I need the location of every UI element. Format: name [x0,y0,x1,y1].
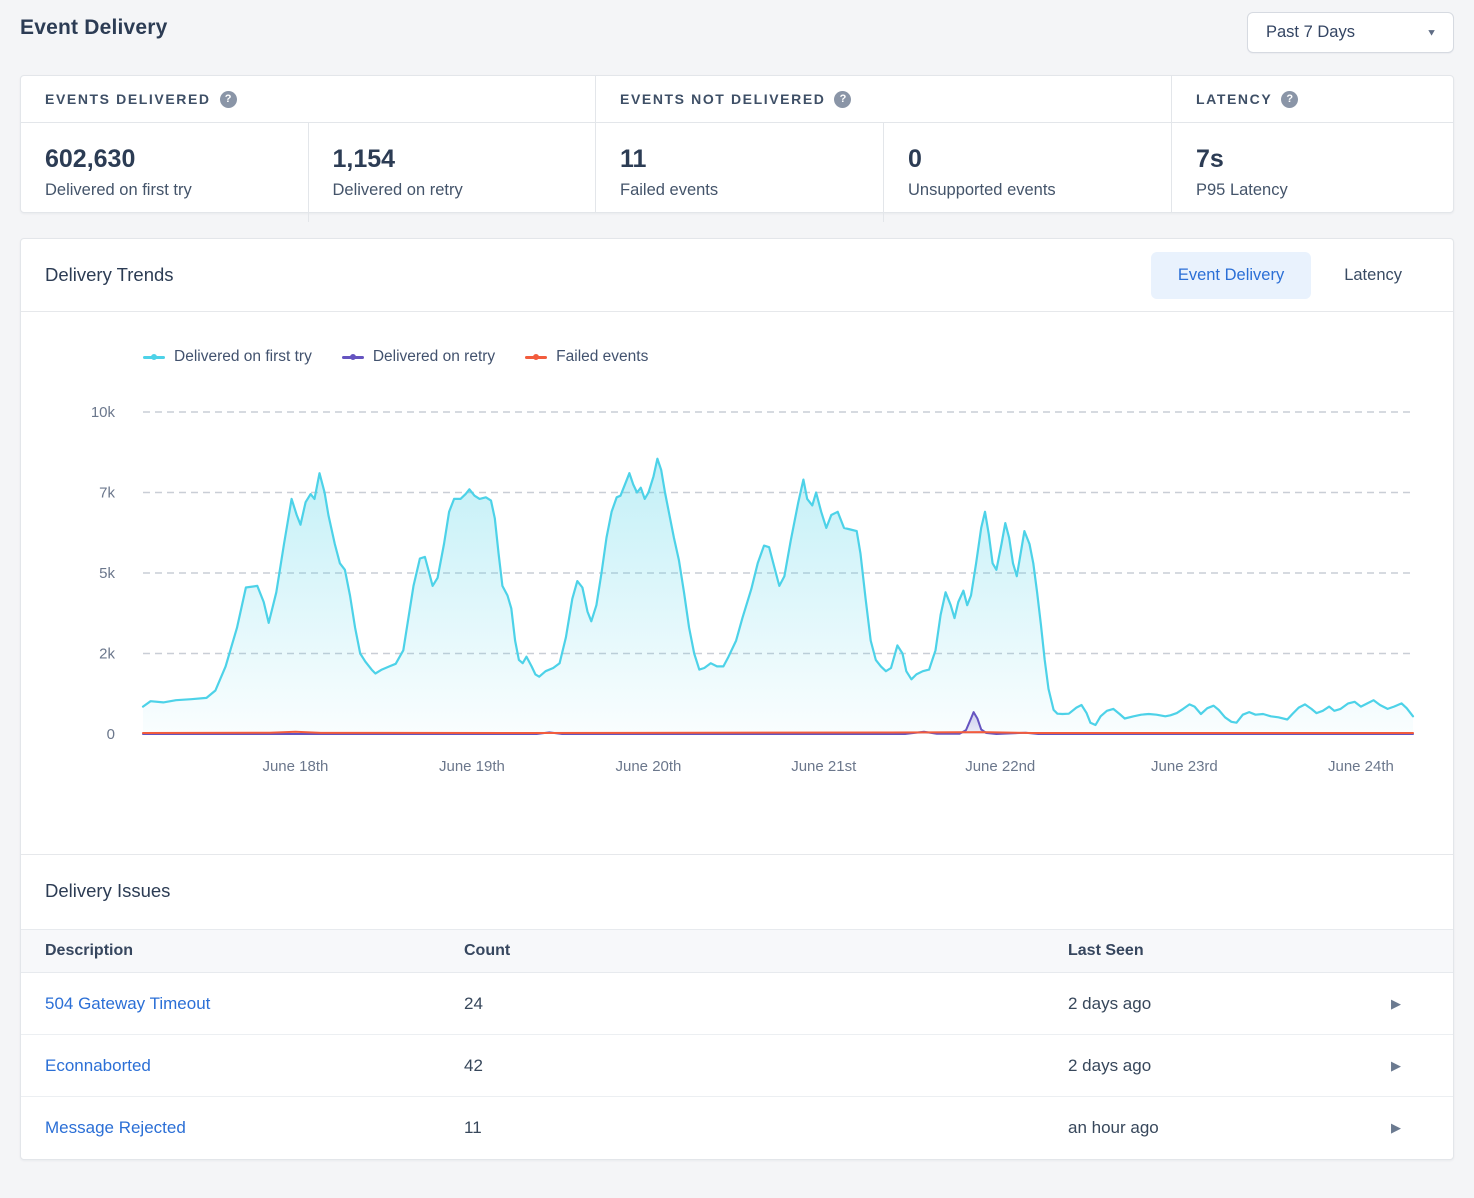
issue-link[interactable]: 504 Gateway Timeout [45,994,210,1013]
table-row[interactable]: Message Rejected 11 an hour ago ▶ [21,1097,1453,1159]
stat-first-try: 602,630 Delivered on first try [21,123,309,222]
time-range-value: Past 7 Days [1266,23,1355,42]
stat-label: Delivered on first try [45,181,284,200]
stat-p95-latency: 7s P95 Latency [1172,123,1453,222]
issue-last-seen: 2 days ago [1068,1056,1391,1076]
delivery-trends-card: Delivery Trends Event Delivery Latency D… [20,238,1454,1160]
svg-text:June 21st: June 21st [791,758,857,775]
help-icon[interactable]: ? [220,91,237,108]
page-title: Event Delivery [20,12,168,40]
stat-group-label: EVENTS NOT DELIVERED [620,91,825,107]
stat-value: 0 [908,145,1147,174]
time-range-dropdown[interactable]: Past 7 Days ▼ [1247,12,1454,53]
chevron-right-icon[interactable]: ▶ [1391,996,1453,1012]
line-marker-icon [143,356,165,359]
issues-title: Delivery Issues [45,880,1453,902]
trends-header: Delivery Trends Event Delivery Latency [21,239,1453,312]
line-marker-icon [342,356,364,359]
svg-text:7k: 7k [99,485,115,502]
column-header-description: Description [45,942,464,960]
chevron-right-icon[interactable]: ▶ [1391,1120,1453,1136]
stat-group-events-not-delivered: EVENTS NOT DELIVERED ? 11 Failed events … [596,76,1172,212]
legend-item-first-try[interactable]: Delivered on first try [143,348,312,366]
tab-latency[interactable]: Latency [1317,252,1429,299]
stat-value: 602,630 [45,145,284,174]
issue-count: 11 [464,1118,1068,1138]
stat-group-label: LATENCY [1196,91,1272,107]
issue-link[interactable]: Message Rejected [45,1118,186,1137]
table-row[interactable]: Econnaborted 42 2 days ago ▶ [21,1035,1453,1097]
table-header-row: Description Count Last Seen [21,929,1453,973]
help-icon[interactable]: ? [834,91,851,108]
legend-item-retry[interactable]: Delivered on retry [342,348,495,366]
section-divider [21,854,1453,855]
chevron-down-icon: ▼ [1426,27,1437,37]
stat-label: Delivered on retry [333,181,572,200]
delivery-trends-chart[interactable]: 0 2k 5k 7k 10k June 18th June 19th June 20th Jun… [21,368,1457,798]
issue-last-seen: an hour ago [1068,1118,1391,1138]
svg-text:2k: 2k [99,646,115,663]
svg-text:June 24th: June 24th [1328,758,1394,775]
issue-count: 24 [464,994,1068,1014]
stat-unsupported: 0 Unsupported events [884,123,1171,222]
column-header-last-seen: Last Seen [1068,942,1391,960]
svg-text:June 20th: June 20th [616,758,682,775]
legend-label: Failed events [556,348,648,366]
svg-text:June 22nd: June 22nd [965,758,1035,775]
table-row[interactable]: 504 Gateway Timeout 24 2 days ago ▶ [21,973,1453,1035]
trends-title: Delivery Trends [45,264,174,286]
help-icon[interactable]: ? [1281,91,1298,108]
svg-text:June 23rd: June 23rd [1151,758,1218,775]
stat-failed: 11 Failed events [596,123,884,222]
svg-text:10k: 10k [91,404,116,421]
legend-label: Delivered on retry [373,348,495,366]
legend-label: Delivered on first try [174,348,312,366]
trends-tabs: Event Delivery Latency [1151,252,1429,299]
stat-group-events-delivered: EVENTS DELIVERED ? 602,630 Delivered on … [21,76,596,212]
svg-text:0: 0 [107,726,115,743]
stat-retry: 1,154 Delivered on retry [309,123,596,222]
column-header-count: Count [464,942,1068,960]
stat-label: Failed events [620,181,859,200]
svg-text:June 18th: June 18th [262,758,328,775]
topbar: Event Delivery Past 7 Days ▼ [20,12,1454,52]
legend-item-failed[interactable]: Failed events [525,348,648,366]
issue-count: 42 [464,1056,1068,1076]
stat-label: Unsupported events [908,181,1147,200]
stat-group-latency: LATENCY ? 7s P95 Latency [1172,76,1453,212]
issue-link[interactable]: Econnaborted [45,1056,151,1075]
stat-label: P95 Latency [1196,181,1429,200]
stat-value: 11 [620,145,859,174]
stat-value: 7s [1196,145,1429,174]
stat-group-label: EVENTS DELIVERED [45,91,211,107]
line-marker-icon [525,356,547,359]
summary-stats-card: EVENTS DELIVERED ? 602,630 Delivered on … [20,75,1454,213]
svg-text:June 19th: June 19th [439,758,505,775]
chart-legend: Delivered on first try Delivered on retr… [143,346,1453,368]
delivery-issues-table: Description Count Last Seen 504 Gateway … [21,929,1453,1159]
stat-value: 1,154 [333,145,572,174]
chevron-right-icon[interactable]: ▶ [1391,1058,1453,1074]
issue-last-seen: 2 days ago [1068,994,1391,1014]
svg-text:5k: 5k [99,565,115,582]
tab-event-delivery[interactable]: Event Delivery [1151,252,1311,299]
